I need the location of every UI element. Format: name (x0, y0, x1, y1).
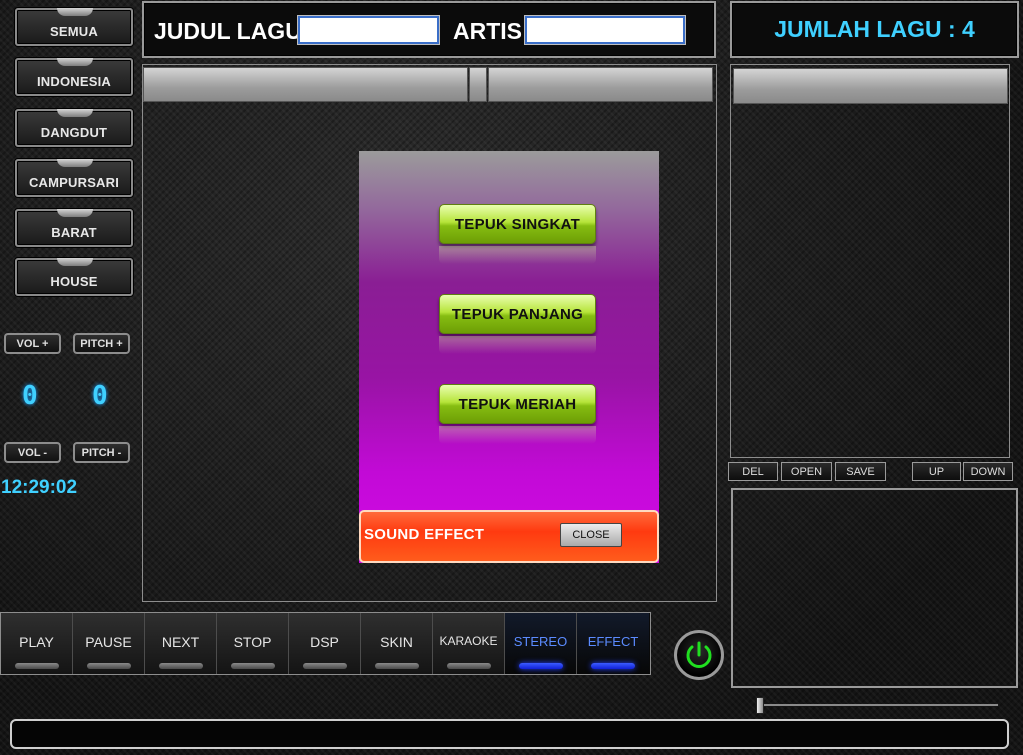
power-button[interactable] (674, 630, 724, 680)
indicator-led (303, 663, 347, 669)
tepuk-singkat-button[interactable]: TEPUK SINGKAT (439, 204, 596, 244)
category-label: HOUSE (50, 274, 98, 289)
open-button[interactable]: OPEN (781, 462, 832, 481)
transport-bar: PLAY PAUSE NEXT STOP DSP SKIN KARAOKE ST… (0, 612, 651, 675)
category-label: INDONESIA (36, 74, 112, 89)
playlist-panel[interactable] (730, 64, 1010, 458)
button-tab-decoration (57, 209, 93, 217)
indicator-led (87, 663, 131, 669)
skin-button[interactable]: SKIN (361, 613, 433, 674)
indicator-led (519, 663, 563, 669)
button-reflection (439, 426, 596, 444)
video-preview-panel (731, 488, 1018, 688)
indicator-led (159, 663, 203, 669)
indicator-led (15, 663, 59, 669)
sound-effect-popup: TEPUK SINGKAT TEPUK PANJANG TEPUK MERIAH… (359, 151, 659, 563)
column-header-divider[interactable] (469, 67, 487, 102)
tepuk-panjang-button[interactable]: TEPUK PANJANG (439, 294, 596, 334)
volume-down-button[interactable]: VOL - (4, 442, 61, 463)
transport-label: NEXT (161, 634, 200, 650)
next-button[interactable]: NEXT (145, 613, 217, 674)
category-barat-button[interactable]: BARAT (15, 209, 133, 247)
button-reflection (439, 336, 596, 354)
popup-footer: SOUND EFFECT CLOSE (359, 510, 659, 563)
pause-button[interactable]: PAUSE (73, 613, 145, 674)
volume-up-button[interactable]: VOL + (4, 333, 61, 354)
transport-label: PLAY (19, 634, 54, 650)
category-indonesia-button[interactable]: INDONESIA (15, 58, 133, 96)
transport-label: EFFECT (587, 634, 639, 649)
indicator-led (591, 663, 635, 669)
song-count: JUMLAH LAGU : 4 (774, 16, 975, 42)
volume-slider-track[interactable] (760, 704, 998, 706)
play-button[interactable]: PLAY (1, 613, 73, 674)
close-button[interactable]: CLOSE (560, 523, 622, 547)
transport-label: DSP (310, 634, 339, 650)
move-up-button[interactable]: UP (912, 462, 961, 481)
pitch-down-button[interactable]: PITCH - (73, 442, 130, 463)
category-label: BARAT (51, 225, 97, 240)
category-label: DANGDUT (40, 125, 108, 140)
volume-value: 0 (22, 381, 38, 411)
indicator-led (375, 663, 419, 669)
transport-label: STEREO (513, 634, 568, 649)
title-search-input[interactable] (297, 15, 440, 45)
dsp-button[interactable]: DSP (289, 613, 361, 674)
move-down-button[interactable]: DOWN (963, 462, 1013, 481)
category-label: SEMUA (50, 24, 98, 39)
power-icon (686, 641, 712, 668)
button-tab-decoration (57, 58, 93, 66)
category-campursari-button[interactable]: CAMPURSARI (15, 159, 133, 197)
button-tab-decoration (57, 258, 93, 266)
column-header-title[interactable] (143, 67, 468, 102)
category-semua-button[interactable]: SEMUA (15, 8, 133, 46)
transport-label: PAUSE (85, 634, 132, 650)
clock: 12:29:02 (1, 477, 78, 498)
title-label: JUDUL LAGU (154, 18, 302, 44)
indicator-led (231, 663, 275, 669)
column-header-artist[interactable] (488, 67, 713, 102)
playlist-column-header (733, 68, 1008, 104)
status-bar (10, 719, 1009, 749)
button-tab-decoration (57, 159, 93, 167)
transport-label: SKIN (380, 634, 413, 650)
button-reflection (439, 246, 596, 264)
effect-button[interactable]: EFFECT (577, 613, 649, 674)
artist-label: ARTIS (453, 18, 522, 44)
pitch-up-button[interactable]: PITCH + (73, 333, 130, 354)
delete-button[interactable]: DEL (728, 462, 778, 481)
volume-slider-thumb-icon[interactable] (756, 697, 764, 714)
transport-label: STOP (233, 634, 272, 650)
save-button[interactable]: SAVE (835, 462, 886, 481)
karaoke-button[interactable]: KARAOKE (433, 613, 505, 674)
category-label: CAMPURSARI (28, 175, 120, 190)
button-tab-decoration (57, 8, 93, 16)
pitch-value: 0 (92, 381, 108, 411)
stereo-button[interactable]: STEREO (505, 613, 577, 674)
transport-label: KARAOKE (439, 634, 498, 648)
button-tab-decoration (57, 109, 93, 117)
stop-button[interactable]: STOP (217, 613, 289, 674)
indicator-led (447, 663, 491, 669)
popup-title: SOUND EFFECT (364, 526, 485, 543)
category-dangdut-button[interactable]: DANGDUT (15, 109, 133, 147)
category-house-button[interactable]: HOUSE (15, 258, 133, 296)
artist-search-input[interactable] (524, 15, 686, 45)
search-header: JUDUL LAGU ARTIS (142, 1, 716, 58)
tepuk-meriah-button[interactable]: TEPUK MERIAH (439, 384, 596, 424)
song-count-box: JUMLAH LAGU : 4 (730, 1, 1019, 58)
